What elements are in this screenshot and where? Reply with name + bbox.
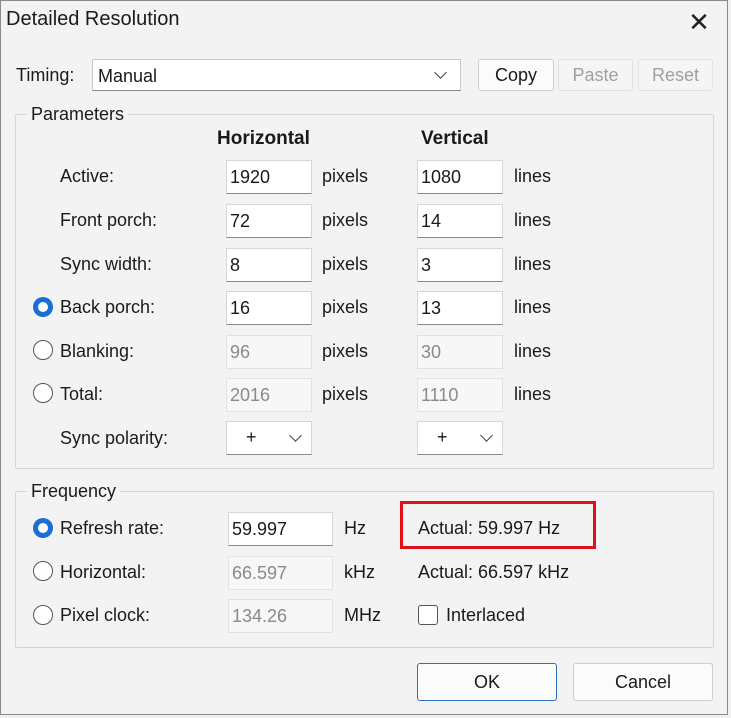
total-horizontal-input[interactable]: 2016 bbox=[226, 378, 312, 412]
back-porch-vertical-input[interactable]: 13 bbox=[417, 291, 503, 325]
ok-button[interactable]: OK bbox=[417, 663, 557, 701]
timing-value: Manual bbox=[98, 66, 158, 86]
sync-polarity-vertical-value: + bbox=[437, 427, 448, 447]
active-v-unit: lines bbox=[514, 166, 552, 186]
active-h-unit: pixels bbox=[322, 166, 369, 186]
front-porch-label: Front porch: bbox=[60, 210, 158, 230]
horizontal-frequency-radio[interactable] bbox=[33, 561, 53, 581]
blanking-horizontal-input[interactable]: 96 bbox=[226, 335, 312, 369]
cancel-button[interactable]: Cancel bbox=[573, 663, 713, 701]
active-horizontal-input[interactable]: 1920 bbox=[226, 160, 312, 194]
close-icon: ✕ bbox=[688, 7, 710, 37]
horizontal-frequency-label: Horizontal: bbox=[60, 562, 147, 582]
total-radio[interactable] bbox=[33, 383, 53, 403]
horizontal-frequency-unit: kHz bbox=[344, 562, 375, 582]
refresh-rate-radio[interactable] bbox=[33, 518, 53, 538]
pixel-clock-unit: MHz bbox=[344, 605, 381, 625]
actual-horizontal-frequency: Actual: 66.597 kHz bbox=[418, 562, 570, 582]
refresh-rate-unit: Hz bbox=[344, 518, 366, 538]
copy-button[interactable]: Copy bbox=[478, 59, 554, 91]
pixel-clock-label: Pixel clock: bbox=[60, 605, 151, 625]
blanking-label: Blanking: bbox=[60, 341, 135, 361]
chevron-down-icon bbox=[480, 429, 493, 442]
sync-polarity-horizontal-value: + bbox=[246, 427, 257, 447]
horizontal-frequency-input[interactable]: 66.597 bbox=[228, 556, 333, 590]
sync-polarity-horizontal-select[interactable]: + bbox=[226, 421, 312, 455]
pixel-clock-input[interactable]: 134.26 bbox=[228, 599, 333, 633]
frequency-group-title: Frequency bbox=[27, 481, 121, 502]
interlaced-checkbox[interactable] bbox=[418, 605, 438, 625]
back-porch-v-unit: lines bbox=[514, 297, 552, 317]
refresh-rate-label: Refresh rate: bbox=[60, 518, 165, 538]
blanking-v-unit: lines bbox=[514, 341, 552, 361]
back-porch-radio[interactable] bbox=[33, 297, 53, 317]
sync-width-v-unit: lines bbox=[514, 254, 552, 274]
vertical-header: Vertical bbox=[421, 128, 489, 149]
back-porch-label: Back porch: bbox=[60, 297, 156, 317]
total-vertical-input[interactable]: 1110 bbox=[417, 378, 503, 412]
reset-button[interactable]: Reset bbox=[638, 59, 713, 91]
active-vertical-input[interactable]: 1080 bbox=[417, 160, 503, 194]
front-porch-vertical-input[interactable]: 14 bbox=[417, 204, 503, 238]
horizontal-header: Horizontal bbox=[217, 128, 310, 149]
sync-width-horizontal-input[interactable]: 8 bbox=[226, 248, 312, 282]
blanking-h-unit: pixels bbox=[322, 341, 369, 361]
front-porch-h-unit: pixels bbox=[322, 210, 369, 230]
chevron-down-icon bbox=[434, 66, 447, 79]
total-h-unit: pixels bbox=[322, 384, 369, 404]
sync-width-vertical-input[interactable]: 3 bbox=[417, 248, 503, 282]
interlaced-label: Interlaced bbox=[446, 605, 526, 625]
dialog-title: Detailed Resolution bbox=[6, 8, 180, 30]
active-label: Active: bbox=[60, 166, 115, 186]
actual-refresh-rate: Actual: 59.997 Hz bbox=[418, 518, 561, 538]
back-porch-h-unit: pixels bbox=[322, 297, 369, 317]
close-button[interactable]: ✕ bbox=[684, 8, 714, 38]
sync-polarity-label: Sync polarity: bbox=[60, 428, 169, 448]
timing-label: Timing: bbox=[16, 65, 75, 85]
sync-width-h-unit: pixels bbox=[322, 254, 369, 274]
paste-button[interactable]: Paste bbox=[558, 59, 633, 91]
parameters-group-title: Parameters bbox=[27, 104, 129, 125]
total-label: Total: bbox=[60, 384, 104, 404]
sync-width-label: Sync width: bbox=[60, 254, 153, 274]
blanking-radio[interactable] bbox=[33, 340, 53, 360]
chevron-down-icon bbox=[289, 429, 302, 442]
front-porch-horizontal-input[interactable]: 72 bbox=[226, 204, 312, 238]
front-porch-v-unit: lines bbox=[514, 210, 552, 230]
blanking-vertical-input[interactable]: 30 bbox=[417, 335, 503, 369]
sync-polarity-vertical-select[interactable]: + bbox=[417, 421, 503, 455]
refresh-rate-input[interactable]: 59.997 bbox=[228, 512, 333, 546]
pixel-clock-radio[interactable] bbox=[33, 605, 53, 625]
total-v-unit: lines bbox=[514, 384, 552, 404]
back-porch-horizontal-input[interactable]: 16 bbox=[226, 291, 312, 325]
timing-select[interactable]: Manual bbox=[92, 59, 461, 91]
